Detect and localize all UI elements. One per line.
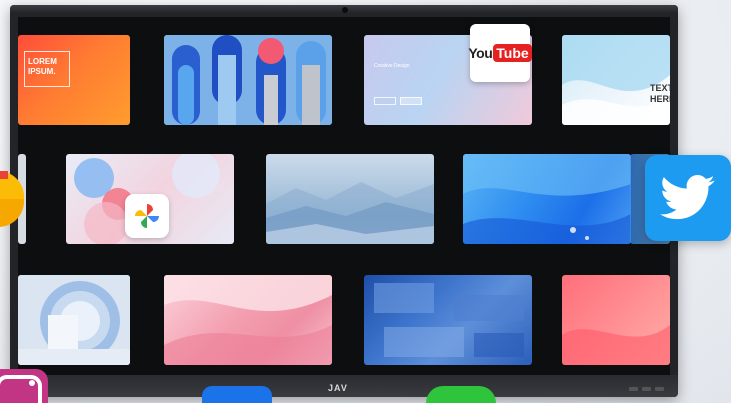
twitter-icon[interactable]: [645, 155, 731, 241]
tile-mini-button: [400, 97, 422, 105]
tile-text-creative: Creative Design: [374, 63, 410, 69]
tile-arch-3d[interactable]: [18, 275, 130, 365]
instagram-icon[interactable]: [0, 365, 52, 403]
tile-coral-gradient[interactable]: [562, 275, 670, 365]
display-screen: LOREM IPSUM. Creative Design TEX HER: [18, 17, 670, 377]
tile-blue-waves[interactable]: [463, 154, 631, 244]
youtube-icon[interactable]: You Tube: [468, 24, 532, 82]
silk-pattern: [164, 275, 332, 365]
bird-icon: [660, 175, 715, 220]
tile-light-wave[interactable]: TEXT HERE: [562, 35, 670, 125]
camera-outline-icon: [0, 369, 48, 403]
tile-orange-lorem[interactable]: LOREM IPSUM.: [18, 35, 130, 125]
tile-mini-button: [374, 97, 396, 105]
whatsapp-icon[interactable]: [426, 386, 496, 403]
tile-pink-silk[interactable]: [164, 275, 332, 365]
geometric-pattern: [164, 35, 332, 125]
usb-port: [642, 387, 651, 391]
blue-wave-pattern: [463, 154, 631, 244]
youtube-you-text: You: [468, 45, 493, 61]
app-icon-blue[interactable]: [202, 386, 272, 403]
tile-text-here: TEXT HERE: [650, 83, 670, 104]
hdmi-port: [655, 387, 664, 391]
tile-text-lorem: LOREM IPSUM.: [28, 57, 57, 76]
tile-geometric-blue[interactable]: [164, 35, 332, 125]
mountains-pattern: [266, 182, 434, 244]
arch-pattern: [18, 275, 130, 365]
usb-port: [629, 387, 638, 391]
pinwheel-icon: [135, 204, 159, 228]
wave-pattern: [562, 35, 670, 125]
youtube-tube-text: Tube: [493, 44, 532, 62]
google-photos-icon[interactable]: [125, 194, 169, 238]
tile-misty-mountains[interactable]: [266, 154, 434, 244]
google-g-partial-icon: [0, 171, 25, 227]
bottom-bezel: JAV: [10, 375, 678, 397]
brand-logo: JAV: [328, 383, 348, 393]
front-ports: [629, 387, 664, 391]
google-icon[interactable]: [0, 165, 28, 231]
tile-blue-texture[interactable]: [364, 275, 532, 365]
camera-icon: [342, 7, 348, 13]
coral-pattern: [562, 325, 670, 365]
interactive-display: LOREM IPSUM. Creative Design TEX HER JAV: [10, 5, 678, 397]
texture-pattern: [374, 283, 524, 357]
